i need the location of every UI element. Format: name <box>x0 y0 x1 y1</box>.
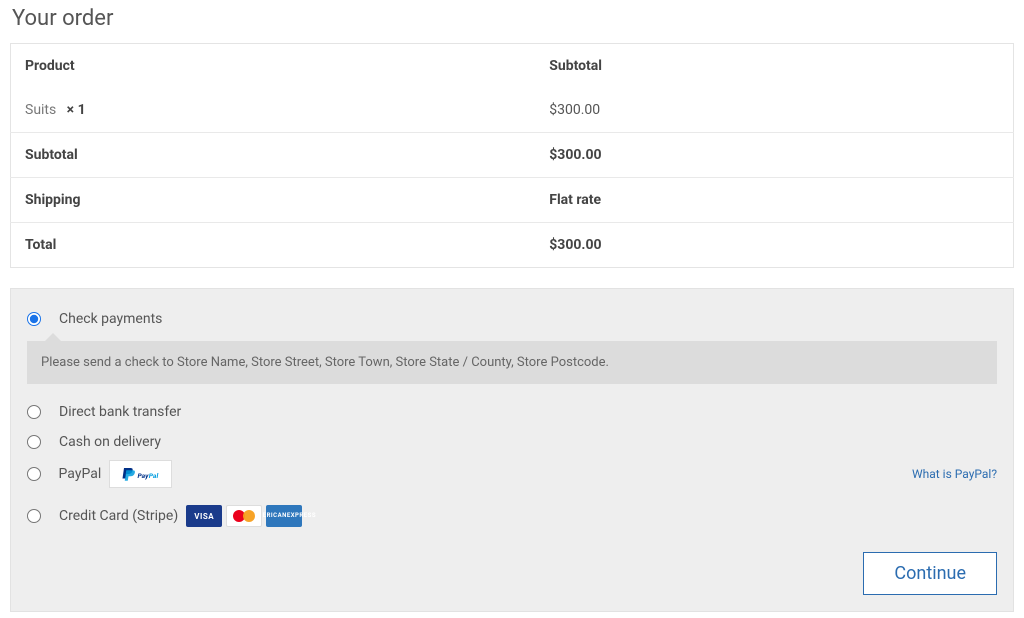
product-cell: Suits × 1 <box>11 88 536 133</box>
check-payments-description: Please send a check to Store Name, Store… <box>27 341 997 384</box>
table-row: Subtotal $300.00 <box>11 133 1014 178</box>
card-icons: VISA AMERICANEXPRESS <box>186 505 302 527</box>
payment-option-check[interactable]: Check payments <box>27 307 997 331</box>
paypal-logo-icon: Pay Pal <box>109 460 172 488</box>
label-bank-transfer[interactable]: Direct bank transfer <box>59 404 997 420</box>
table-header-row: Product Subtotal <box>11 44 1014 89</box>
subtotal-label: Subtotal <box>11 133 536 178</box>
mastercard-icon <box>226 505 262 527</box>
shipping-value: Flat rate <box>535 178 1013 223</box>
radio-check-payments[interactable] <box>27 312 41 326</box>
total-label: Total <box>11 223 536 268</box>
page-title: Your order <box>12 6 1014 31</box>
product-qty-prefix: × <box>67 102 78 118</box>
stripe-text: Credit Card (Stripe) <box>59 508 178 524</box>
visa-icon: VISA <box>186 505 222 527</box>
radio-cash-on-delivery[interactable] <box>27 435 41 449</box>
table-row: Suits × 1 $300.00 <box>11 88 1014 133</box>
col-subtotal: Subtotal <box>535 44 1013 89</box>
table-row: Shipping Flat rate <box>11 178 1014 223</box>
label-check-payments[interactable]: Check payments <box>59 311 997 327</box>
label-paypal[interactable]: PayPal Pay Pal <box>59 460 912 488</box>
radio-bank-transfer[interactable] <box>27 405 41 419</box>
payment-methods-panel: Check payments Please send a check to St… <box>10 288 1014 612</box>
product-qty: 1 <box>78 102 86 118</box>
payment-option-stripe[interactable]: Credit Card (Stripe) VISA AMERICANEXPRES… <box>27 504 997 528</box>
what-is-paypal-link[interactable]: What is PayPal? <box>912 467 997 481</box>
payment-option-paypal[interactable]: PayPal Pay Pal What is PayPal? <box>27 460 997 488</box>
label-stripe[interactable]: Credit Card (Stripe) VISA AMERICANEXPRES… <box>59 505 997 527</box>
product-price: $300.00 <box>535 88 1013 133</box>
actions-row: Continue <box>27 552 997 595</box>
product-name: Suits <box>25 102 56 118</box>
label-cash-on-delivery[interactable]: Cash on delivery <box>59 434 997 450</box>
payment-option-cod[interactable]: Cash on delivery <box>27 430 997 454</box>
col-product: Product <box>11 44 536 89</box>
radio-paypal[interactable] <box>27 467 41 481</box>
total-value: $300.00 <box>535 223 1013 268</box>
table-row: Total $300.00 <box>11 223 1014 268</box>
paypal-text: PayPal <box>59 466 102 482</box>
continue-button[interactable]: Continue <box>863 552 997 595</box>
subtotal-value: $300.00 <box>535 133 1013 178</box>
amex-icon: AMERICANEXPRESS <box>266 505 302 527</box>
radio-stripe[interactable] <box>27 509 41 523</box>
payment-option-bank[interactable]: Direct bank transfer <box>27 400 997 424</box>
svg-text:Pay: Pay <box>138 472 150 480</box>
order-summary-table: Product Subtotal Suits × 1 $300.00 Subto… <box>10 43 1014 268</box>
svg-text:Pal: Pal <box>149 472 159 480</box>
shipping-label: Shipping <box>11 178 536 223</box>
